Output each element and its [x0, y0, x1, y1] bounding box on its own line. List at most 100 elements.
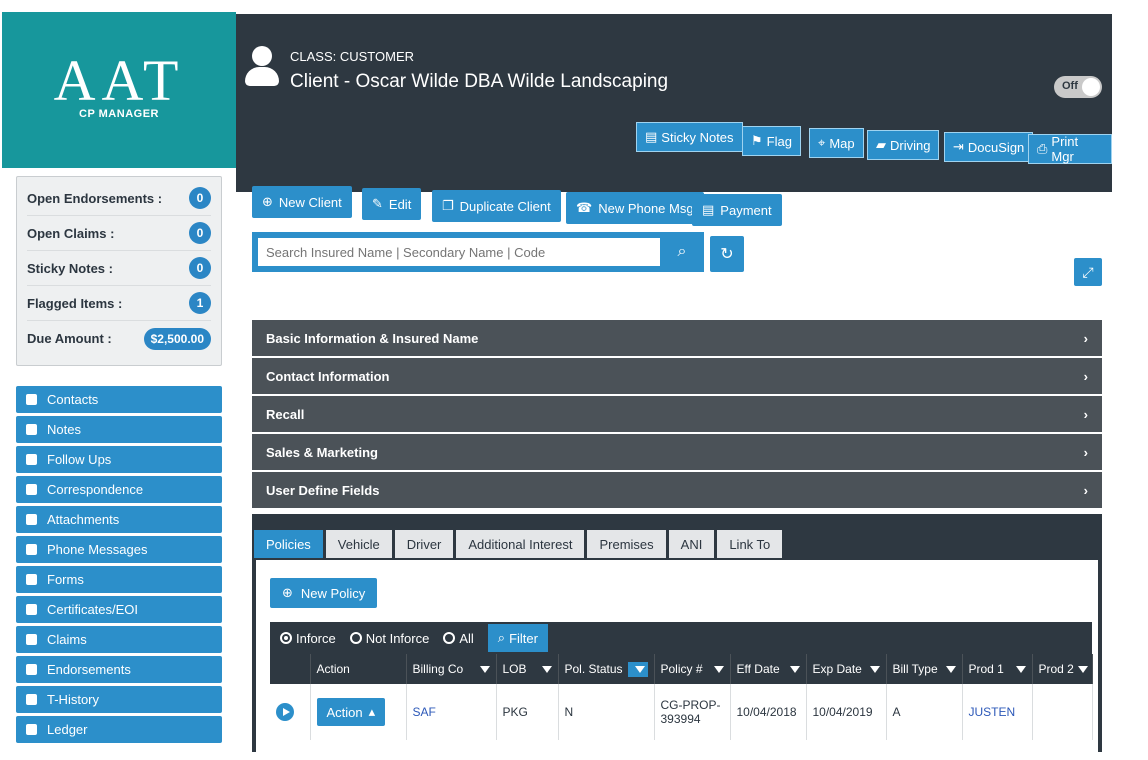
search-button[interactable]: ⌕: [666, 238, 698, 266]
filter-funnel-icon[interactable]: [634, 665, 645, 673]
form-icon: [26, 574, 37, 585]
policy-filter-bar: Inforce Not Inforce All ⌕ Filter: [270, 622, 1092, 654]
col-prod-1[interactable]: Prod 1: [962, 654, 1033, 684]
filter-button[interactable]: ⌕ Filter: [487, 624, 548, 652]
claims-icon: [26, 634, 37, 645]
map-button[interactable]: ⌖ Map: [809, 128, 864, 158]
flag-button[interactable]: ⚑ Flag: [742, 126, 801, 156]
expand-row-icon[interactable]: [276, 703, 294, 721]
off-toggle[interactable]: Off: [1054, 76, 1102, 98]
col-pol-status[interactable]: Pol. Status: [558, 654, 655, 684]
stat-open-claims: Open Claims :0: [27, 216, 211, 251]
cell-exp-date: 10/04/2019: [806, 684, 887, 740]
stat-open-endorsements: Open Endorsements :0: [27, 181, 211, 216]
cell-prod-2: [1032, 684, 1093, 740]
paperclip-icon: [26, 514, 37, 525]
sign-in-icon: ⇥: [953, 139, 964, 154]
cell-lob: PKG: [496, 684, 559, 740]
edit-button[interactable]: ✎ Edit: [362, 188, 422, 220]
new-phone-msg-button[interactable]: ☎ New Phone Msg: [566, 192, 704, 224]
col-policy-number[interactable]: Policy #: [654, 654, 731, 684]
col-exp-date[interactable]: Exp Date: [806, 654, 887, 684]
sticky-notes-button[interactable]: ▤ Sticky Notes: [636, 122, 743, 152]
cell-pol-status: N: [558, 684, 655, 740]
accordion-recall[interactable]: Recall ›: [252, 396, 1102, 434]
plus-circle-icon: ⊕: [262, 194, 273, 209]
chevron-right-icon: ›: [1083, 406, 1088, 422]
radio-not-inforce[interactable]: Not Inforce: [349, 631, 429, 646]
sidebar-item-correspondence[interactable]: Correspondence: [16, 476, 222, 503]
policy-tabs-panel: Policies Vehicle Driver Additional Inter…: [252, 514, 1102, 752]
policies-table: Action Billing Co LOB Pol. Status Policy…: [270, 654, 1093, 740]
col-lob[interactable]: LOB: [496, 654, 559, 684]
new-client-button[interactable]: ⊕ New Client: [252, 186, 352, 218]
cell-bill-type: A: [886, 684, 963, 740]
count-badge[interactable]: 0: [189, 187, 211, 209]
accordion-sales-marketing[interactable]: Sales & Marketing ›: [252, 434, 1102, 472]
filter-funnel-icon[interactable]: [869, 665, 880, 673]
table-header-row: Action Billing Co LOB Pol. Status Policy…: [270, 654, 1093, 684]
tab-additional-interest[interactable]: Additional Interest: [456, 530, 585, 558]
accordion-contact-information[interactable]: Contact Information ›: [252, 358, 1102, 396]
sidebar-item-claims[interactable]: Claims: [16, 626, 222, 653]
tab-vehicle[interactable]: Vehicle: [325, 530, 392, 558]
sidebar-item-notes[interactable]: Notes: [16, 416, 222, 443]
row-action-button[interactable]: Action ▴: [316, 698, 386, 726]
count-badge[interactable]: 0: [189, 257, 211, 279]
search-input[interactable]: [258, 238, 660, 266]
policies-tab-body: ⊕ New Policy Inforce Not Inforce All ⌕ Fil…: [256, 560, 1098, 752]
sidebar-item-contacts[interactable]: Contacts: [16, 386, 222, 413]
filter-funnel-icon[interactable]: [945, 665, 956, 673]
sidebar-item-ledger[interactable]: Ledger: [16, 716, 222, 743]
sidebar-item-follow-ups[interactable]: Follow Ups: [16, 446, 222, 473]
new-policy-button[interactable]: ⊕ New Policy: [270, 578, 378, 608]
tab-ani[interactable]: ANI: [668, 530, 715, 558]
stat-due-amount: Due Amount : $2,500.00: [27, 321, 211, 356]
col-prod-2[interactable]: Prod 2: [1032, 654, 1093, 684]
sidebar-item-attachments[interactable]: Attachments: [16, 506, 222, 533]
count-badge[interactable]: 1: [189, 292, 211, 314]
chevron-right-icon: ›: [1083, 444, 1088, 460]
radio-inforce[interactable]: Inforce: [280, 631, 336, 646]
receipt-icon: ▤: [702, 202, 715, 217]
filter-funnel-icon[interactable]: [789, 665, 800, 673]
copy-icon: ❐: [442, 198, 454, 213]
amount-badge[interactable]: $2,500.00: [143, 327, 211, 350]
client-class: CLASS: CUSTOMER: [290, 49, 415, 64]
filter-funnel-icon[interactable]: [479, 665, 490, 673]
accordion-basic-information[interactable]: Basic Information & Insured Name ›: [252, 320, 1102, 358]
tab-driver[interactable]: Driver: [394, 530, 454, 558]
sidebar-item-phone-messages[interactable]: Phone Messages: [16, 536, 222, 563]
radio-all[interactable]: All: [443, 631, 474, 646]
sidebar-item-certificates[interactable]: Certificates/EOI: [16, 596, 222, 623]
logo: AAT: [53, 48, 185, 113]
filter-funnel-icon[interactable]: [1077, 665, 1088, 673]
edit-icon: ✎: [372, 196, 383, 211]
cell-prod-1[interactable]: JUSTEN: [962, 684, 1033, 740]
sidebar-item-t-history[interactable]: T-History: [16, 686, 222, 713]
docusign-button[interactable]: ⇥ DocuSign: [944, 132, 1034, 162]
sidebar-item-forms[interactable]: Forms: [16, 566, 222, 593]
col-billing-co[interactable]: Billing Co: [406, 654, 497, 684]
accordion-user-define-fields[interactable]: User Define Fields ›: [252, 472, 1102, 510]
tab-premises[interactable]: Premises: [587, 530, 666, 558]
print-mgr-button[interactable]: ⎙ Print Mgr: [1028, 134, 1112, 164]
col-eff-date[interactable]: Eff Date: [730, 654, 807, 684]
count-badge[interactable]: 0: [189, 222, 211, 244]
driving-button[interactable]: ▰ Driving: [867, 130, 940, 160]
expand-button[interactable]: ⤢: [1074, 258, 1102, 286]
chevron-right-icon: ›: [1083, 368, 1088, 384]
filter-funnel-icon[interactable]: [541, 665, 552, 673]
reply-icon: [26, 454, 37, 465]
filter-funnel-icon[interactable]: [1015, 665, 1026, 673]
refresh-button[interactable]: ↻: [710, 236, 744, 272]
duplicate-client-button[interactable]: ❐ Duplicate Client: [432, 190, 561, 222]
tab-policies[interactable]: Policies: [254, 530, 323, 558]
expand-icon: ⤢: [1082, 263, 1094, 280]
tab-link-to[interactable]: Link To: [717, 530, 783, 558]
cell-billing-co[interactable]: SAF: [406, 684, 497, 740]
sidebar-item-endorsements[interactable]: Endorsements: [16, 656, 222, 683]
payment-button[interactable]: ▤ Payment: [692, 194, 782, 226]
filter-funnel-icon[interactable]: [713, 665, 724, 673]
col-bill-type[interactable]: Bill Type: [886, 654, 963, 684]
